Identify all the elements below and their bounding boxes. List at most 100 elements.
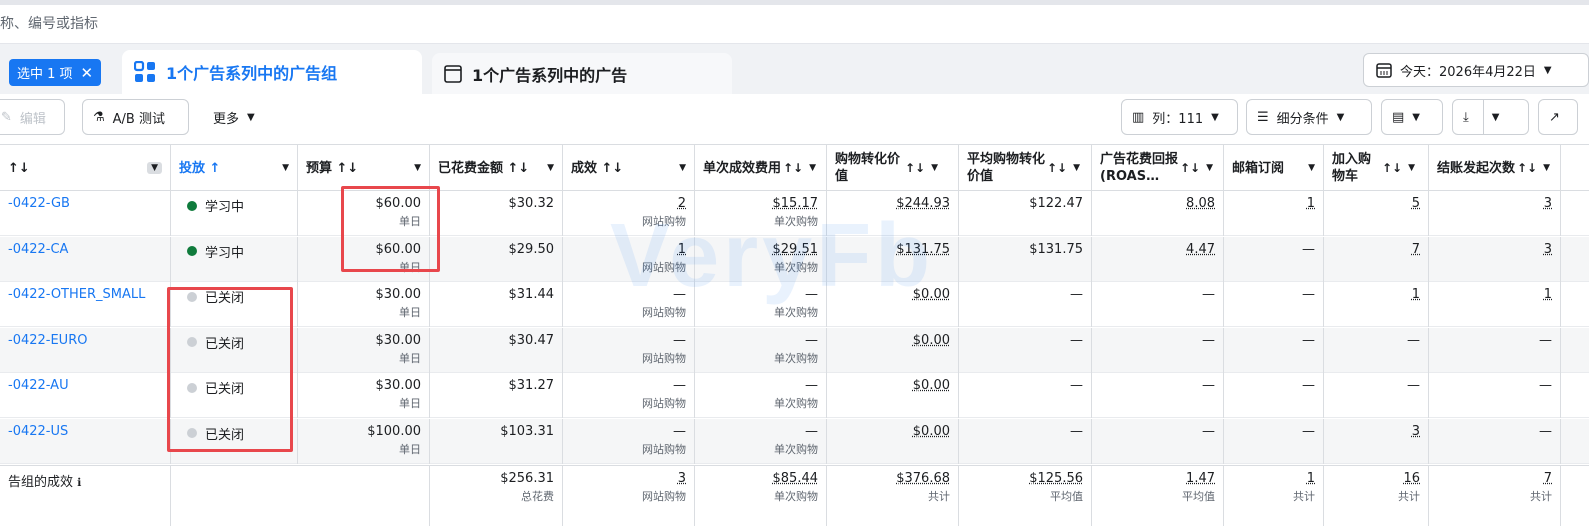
ad-set-name-cell[interactable]: -0422-EURO [0, 327, 171, 373]
roas-cell: — [1092, 373, 1224, 418]
budget-value: $100.00 [367, 423, 421, 439]
avg-value-cell: — [959, 418, 1092, 464]
date-picker[interactable]: 今天：2026年4月22日 ▼ [1363, 53, 1589, 87]
columns-button[interactable]: ▥ 列：111 ▼ [1121, 99, 1238, 135]
chevron-down-icon[interactable]: ▼ [931, 163, 938, 173]
roas-cell: 8.08 [1092, 191, 1224, 236]
column-header-avg-value[interactable]: 平均购物转化价值 ↑↓ ▼ [959, 145, 1092, 191]
budget-cell[interactable]: $30.00 单日 [298, 373, 430, 418]
ab-test-button[interactable]: ⚗ A/B 测试 [82, 99, 189, 135]
header-label: 购物转化价值 [835, 152, 901, 184]
checkout-value: 1 [1543, 287, 1552, 302]
column-header-name[interactable]: ↑↓ ▼ [0, 145, 171, 191]
breakdown-label: 细分条件 [1276, 111, 1329, 127]
conv-value-value: $0.00 [912, 332, 950, 348]
sort-icon[interactable]: ↑↓ [783, 161, 803, 175]
chart-button[interactable]: ↗ [1538, 99, 1578, 135]
chevron-down-icon[interactable]: ▼ [1543, 163, 1550, 173]
breakdown-button[interactable]: ☰ 细分条件 ▼ [1246, 99, 1372, 135]
checkout-value: 3 [1543, 241, 1552, 257]
conv-value-value: $0.00 [912, 378, 950, 393]
ad-set-name-cell[interactable]: -0422-CA [0, 236, 171, 282]
roas-value: 4.47 [1186, 241, 1215, 257]
info-icon[interactable]: ℹ [77, 476, 81, 489]
ad-set-name-link[interactable]: -0422-EURO [8, 333, 87, 348]
sort-icon[interactable]: ↑↓ [1517, 161, 1537, 175]
divider [1482, 100, 1484, 134]
more-button[interactable]: 更多 ▼ [203, 99, 273, 135]
checkout-value: — [1539, 378, 1552, 393]
budget-cell[interactable]: $30.00 单日 [298, 282, 430, 327]
column-header-cost-per-result[interactable]: 单次成效费用 ↑↓ ▼ [695, 145, 827, 191]
column-header-spent[interactable]: 已花费金额 ↑↓ ▼ [430, 145, 563, 191]
results-value: — [673, 423, 686, 439]
column-header-budget[interactable]: 预算 ↑↓ ▼ [298, 145, 430, 191]
roas-cell: — [1092, 418, 1224, 464]
chevron-down-icon: ▼ [247, 111, 255, 123]
budget-cell[interactable]: $100.00 单日 [298, 418, 430, 464]
column-header-conversion-value[interactable]: 购物转化价值 ↑↓ ▼ [827, 145, 959, 191]
chevron-down-icon[interactable]: ▼ [547, 163, 554, 173]
export-button[interactable]: ⤓ ▼ [1452, 99, 1529, 135]
tab-ad-sets[interactable]: 1个广告系列中的广告组 [122, 50, 422, 94]
reports-button[interactable]: ▤ ▼ [1381, 99, 1443, 135]
chevron-down-icon[interactable]: ▼ [1308, 163, 1315, 173]
ad-set-name-link[interactable]: -0422-AU [8, 378, 69, 393]
chevron-down-icon[interactable]: ▼ [1408, 163, 1415, 173]
sort-icon[interactable]: ↑↓ [1382, 161, 1402, 175]
ad-set-name-cell[interactable]: -0422-AU [0, 373, 171, 418]
column-header-delivery[interactable]: 投放 ↑ ▼ [171, 145, 298, 191]
search-bar[interactable]: 称、编号或指标 [0, 0, 1589, 44]
roas-cell: — [1092, 327, 1224, 373]
ad-set-name-link[interactable]: -0422-GB [8, 196, 70, 211]
email-cell: — [1224, 236, 1324, 282]
avg-value-cell: — [959, 282, 1092, 327]
chevron-down-icon[interactable]: ▼ [1206, 163, 1213, 173]
ad-set-name-cell[interactable]: -0422-GB [0, 191, 171, 236]
header-label: 邮箱订阅 [1232, 160, 1285, 176]
column-header-email-subscribe[interactable]: 邮箱订阅 ▼ [1224, 145, 1324, 191]
budget-cell[interactable]: $30.00 单日 [298, 327, 430, 373]
ad-set-name-cell[interactable]: -0422-US [0, 418, 171, 464]
conv-value-cell: $0.00 [827, 418, 959, 464]
sort-icon[interactable]: ↑↓ [1047, 161, 1067, 175]
column-header-checkout[interactable]: 结账发起次数 ↑↓ ▼ [1429, 145, 1561, 191]
budget-type: 单日 [399, 306, 421, 319]
header-label: 单次成效费用 [703, 160, 782, 176]
column-header-add-to-cart[interactable]: 加入购物车 ↑↓ ▼ [1324, 145, 1429, 191]
search-input[interactable]: 称、编号或指标 [0, 13, 98, 33]
columns-icon: ▥ [1132, 109, 1145, 125]
delivery-cell: 学习中 [171, 191, 298, 236]
ad-set-name-link[interactable]: -0422-OTHER_SMALL [8, 287, 145, 302]
ad-set-name-link[interactable]: -0422-US [8, 424, 68, 439]
checkout-cell: — [1429, 373, 1561, 418]
column-header-results[interactable]: 成效 ↑↓ ▼ [563, 145, 695, 191]
roas-value: — [1202, 332, 1215, 348]
header-label: 广告花费回报 (ROAS… [1100, 152, 1179, 184]
checkout-value: — [1539, 423, 1552, 439]
email-value: 1 [1306, 196, 1315, 211]
chevron-down-icon[interactable]: ▼ [679, 163, 686, 173]
cpr-value: — [805, 378, 818, 393]
avg-value-value: — [1070, 332, 1083, 348]
summary-email: 1 共计 [1224, 466, 1324, 526]
chevron-down-icon[interactable]: ▼ [414, 163, 421, 173]
ad-set-name-link[interactable]: -0422-CA [8, 242, 68, 257]
column-header-roas[interactable]: 广告花费回报 (ROAS… ↑↓ ▼ [1092, 145, 1224, 191]
chevron-down-icon[interactable]: ▼ [282, 163, 289, 173]
sort-icon[interactable]: ↑↓ [1180, 161, 1200, 175]
chevron-down-icon[interactable]: ▼ [1073, 163, 1080, 173]
chevron-down-icon[interactable]: ▼ [147, 162, 162, 174]
header-label: 成效 [571, 160, 598, 176]
selection-chip[interactable]: 选中 1 项 ✕ [9, 59, 102, 86]
ad-set-name-cell[interactable]: -0422-OTHER_SMALL [0, 282, 171, 327]
summary-results: 3 网站购物 [563, 466, 695, 526]
chevron-down-icon[interactable]: ▼ [809, 163, 816, 173]
chevron-down-icon: ▼ [1491, 111, 1500, 123]
tab-ads[interactable]: 1个广告系列中的广告 [432, 53, 732, 94]
header-label: 加入购物车 [1332, 152, 1372, 184]
close-icon[interactable]: ✕ [81, 64, 94, 82]
edit-button[interactable]: ✎ 编辑 [0, 99, 65, 135]
avg-value-value: — [1070, 378, 1083, 393]
sort-icon[interactable]: ↑↓ [905, 161, 925, 175]
